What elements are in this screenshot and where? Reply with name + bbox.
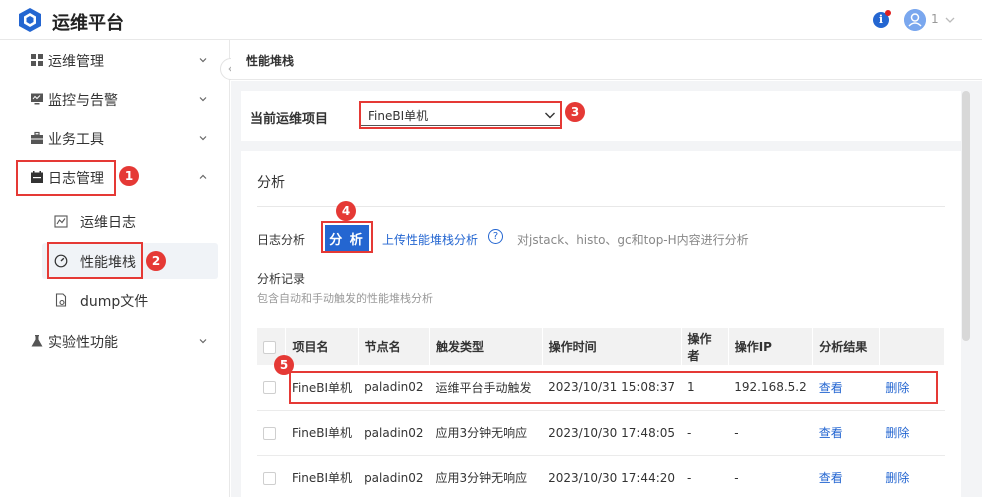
callout-badge: 2 <box>146 251 166 271</box>
chevron-down-icon[interactable] <box>943 13 957 27</box>
divider <box>257 206 945 207</box>
project-cell: FineBI单机 <box>285 410 359 456</box>
view-result-link[interactable]: 查看 <box>819 471 843 485</box>
sidebar-item-experimental[interactable]: 实验性功能 <box>0 322 230 360</box>
trigger-cell: 应用3分钟无响应 <box>429 410 543 456</box>
sidebar-item-ops-management[interactable]: 运维管理 <box>0 41 230 79</box>
notification-dot <box>885 10 891 16</box>
help-icon[interactable]: ? <box>488 229 503 244</box>
sidebar-item-label: 业务工具 <box>48 132 104 148</box>
time-cell: 2023/10/30 17:44:20 <box>542 455 682 497</box>
ip-cell: - <box>728 410 813 456</box>
row-checkbox[interactable] <box>263 381 276 395</box>
chevron-down-icon <box>199 97 207 102</box>
callout-badge: 5 <box>274 355 294 375</box>
log-icon <box>54 215 68 228</box>
delete-link[interactable]: 删除 <box>885 471 909 485</box>
chevron-up-icon <box>199 174 207 179</box>
node-cell: paladin02 <box>358 455 430 497</box>
column-header: 操作时间 <box>542 328 682 365</box>
scrollbar[interactable] <box>962 91 970 341</box>
delete-cell: 删除 <box>879 455 945 497</box>
callout-badge: 3 <box>565 102 585 122</box>
chevron-down-icon <box>199 339 207 344</box>
sidebar-item-monitoring[interactable]: 监控与告警 <box>0 80 230 118</box>
toolbox-icon <box>31 131 43 144</box>
callout-badge: 1 <box>119 166 139 186</box>
records-description: 包含自动和手动触发的性能堆栈分析 <box>257 292 433 305</box>
operator-cell: - <box>681 410 729 456</box>
callout-box-project-select <box>359 101 562 129</box>
row-select-cell <box>257 410 286 456</box>
sidebar-item-label: 运维管理 <box>48 54 104 70</box>
row-checkbox[interactable] <box>263 426 276 440</box>
sidebar-item-label: 实验性功能 <box>48 335 118 351</box>
callout-badge: 4 <box>336 201 356 221</box>
sidebar-subitem-label: 运维日志 <box>80 215 136 231</box>
view-result-cell: 查看 <box>812 410 880 456</box>
select-all-checkbox[interactable] <box>263 340 276 354</box>
callout-box-log-management <box>16 160 116 196</box>
column-header-empty <box>879 328 946 365</box>
table-header-row: 项目名 节点名 触发类型 操作时间 操作者 操作IP 分析结果 <box>257 328 946 365</box>
top-header: 运维平台 i 1 <box>0 0 982 40</box>
records-title: 分析记录 <box>257 272 306 286</box>
chevron-down-icon <box>199 58 207 63</box>
records-table: 项目名 节点名 触发类型 操作时间 操作者 操作IP 分析结果 FineBI单机… <box>257 328 946 497</box>
column-header: 触发类型 <box>429 328 543 365</box>
grid-icon <box>31 54 43 66</box>
callout-box-first-record <box>289 371 938 404</box>
help-text: 对jstack、histo、gc和top-H内容进行分析 <box>517 233 749 247</box>
section-title: 分析 <box>257 175 285 191</box>
sidebar-subitem-label: dump文件 <box>80 294 149 310</box>
chevron-down-icon <box>199 136 207 141</box>
table-row: FineBI单机 paladin02 应用3分钟无响应 2023/10/30 1… <box>257 455 945 497</box>
view-result-cell: 查看 <box>812 455 880 497</box>
column-header: 操作IP <box>728 328 814 365</box>
time-cell: 2023/10/30 17:48:05 <box>542 410 682 456</box>
project-cell: FineBI单机 <box>285 455 359 497</box>
sidebar-subitem-dump-file[interactable]: dump文件 <box>42 282 218 318</box>
delete-cell: 删除 <box>879 410 945 456</box>
user-avatar-icon[interactable] <box>904 9 926 31</box>
callout-box-performance-stack <box>47 242 143 279</box>
upload-stack-link[interactable]: 上传性能堆栈分析 <box>382 231 478 248</box>
view-result-link[interactable]: 查看 <box>819 426 843 440</box>
sidebar-subitem-ops-log[interactable]: 运维日志 <box>42 203 218 239</box>
file-gear-icon <box>55 293 67 307</box>
monitor-icon <box>31 93 43 105</box>
sidebar-item-business-tools[interactable]: 业务工具 <box>0 119 230 157</box>
project-label: 当前运维项目 <box>250 112 329 127</box>
column-header: 项目名 <box>285 328 359 365</box>
project-card: 当前运维项目 FineBI单机 <box>241 91 961 141</box>
page-title: 性能堆栈 <box>246 54 295 68</box>
flask-icon <box>31 335 43 347</box>
row-checkbox[interactable] <box>263 471 276 485</box>
operator-cell: - <box>681 455 729 497</box>
node-cell: paladin02 <box>358 410 430 456</box>
column-header: 操作者 <box>681 328 729 365</box>
cube-logo-icon <box>19 8 41 32</box>
trigger-cell: 应用3分钟无响应 <box>429 455 543 497</box>
user-name[interactable]: 1 <box>931 12 939 26</box>
table-row: FineBI单机 paladin02 应用3分钟无响应 2023/10/30 1… <box>257 410 945 456</box>
app-title: 运维平台 <box>52 13 124 34</box>
column-header: 分析结果 <box>812 328 880 365</box>
delete-link[interactable]: 删除 <box>885 426 909 440</box>
breadcrumb: 性能堆栈 <box>231 40 982 80</box>
sidebar-item-label: 监控与告警 <box>48 93 118 109</box>
ip-cell: - <box>728 455 813 497</box>
log-analysis-label: 日志分析 <box>257 233 306 247</box>
column-header: 节点名 <box>358 328 431 365</box>
row-select-cell <box>257 455 286 497</box>
callout-box-analyze-button <box>321 221 373 253</box>
